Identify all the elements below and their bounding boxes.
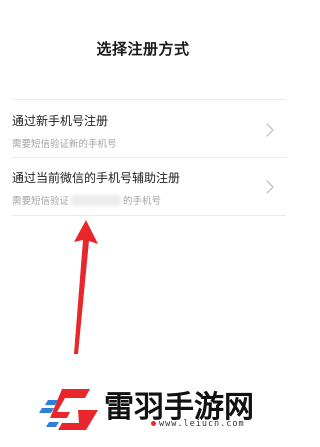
arrow-up-icon (74, 220, 98, 354)
option-subtitle: 需要短信验证新的手机号 (12, 139, 117, 150)
option-subtitle-prefix: 需要短信验证 (12, 196, 70, 207)
chevron-right-icon (266, 123, 274, 137)
divider (12, 215, 286, 216)
register-new-phone-option[interactable]: 通过新手机号注册 需要短信验证新的手机号 (0, 101, 286, 157)
divider (12, 99, 286, 100)
url-dot-icon (151, 421, 156, 426)
option-subtitle-suffix: 的手机号 (123, 196, 162, 207)
register-wechat-phone-option[interactable]: 通过当前微信的手机号辅助注册 需要短信验证 的手机号 (0, 158, 286, 214)
brand-logo (39, 389, 98, 430)
option-subtitle: 需要短信验证 的手机号 (12, 193, 161, 207)
page-title: 选择注册方式 (96, 40, 190, 58)
option-title: 通过当前微信的手机号辅助注册 (12, 171, 181, 185)
redacted-phone-number (70, 195, 123, 206)
option-title: 通过新手机号注册 (12, 114, 109, 128)
watermark-url: www.leiucn.com (151, 419, 245, 429)
watermark-url-text: www.leiucn.com (159, 419, 245, 429)
chevron-right-icon (266, 180, 274, 194)
